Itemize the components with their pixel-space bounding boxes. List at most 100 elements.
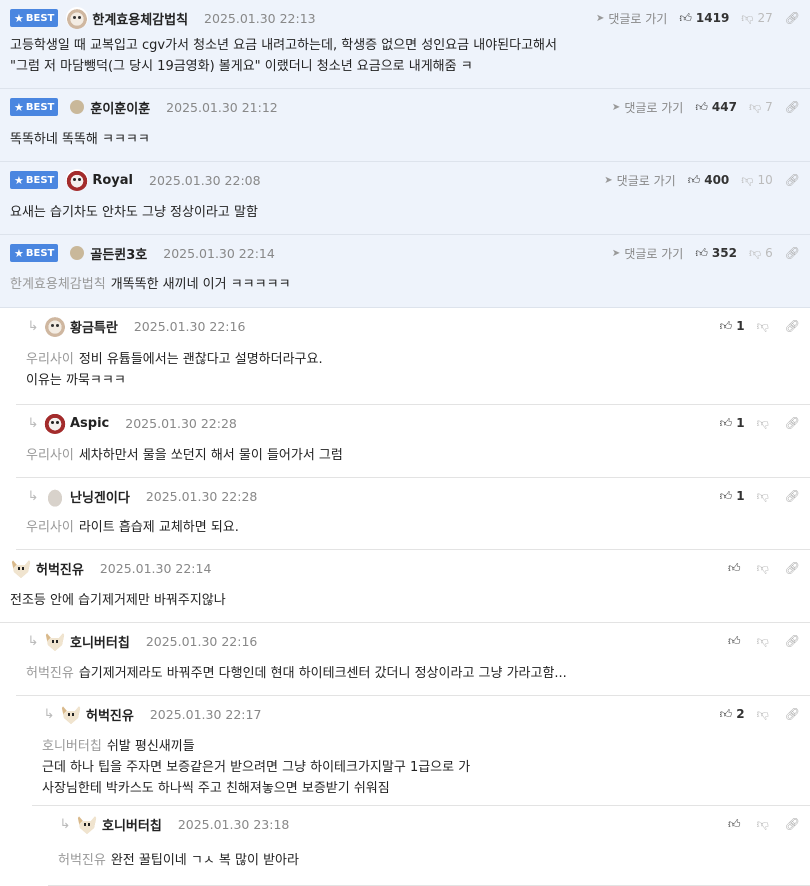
copy-link-button[interactable]: 🔗︎: [785, 634, 800, 648]
thumbs-down-icon: 👎︎: [756, 560, 769, 575]
comment-body: 허벅진유 완전 꿀팁이네 ㄱㅅ 복 많이 받아라: [58, 850, 790, 871]
thumbs-down-icon: 👎︎: [741, 10, 754, 25]
avatar[interactable]: [10, 557, 32, 579]
nickname[interactable]: 호니버터칩: [102, 815, 162, 834]
goto-reply-button[interactable]: ➤ 댓글로 가기: [604, 172, 675, 189]
copy-link-button[interactable]: 🔗︎: [785, 319, 800, 333]
avatar[interactable]: [70, 100, 85, 114]
comment-line: 근데 하나 팁을 주자면 보증같은거 받으려면 그냥 하이테크가지말구 1급으로…: [42, 757, 790, 778]
goto-reply-button[interactable]: ➤ 댓글로 가기: [612, 245, 683, 262]
upvote-button[interactable]: 👍︎ 1419: [679, 11, 729, 26]
nickname[interactable]: 골든퀸3호: [90, 244, 147, 263]
upvote-button[interactable]: 👍︎: [728, 634, 745, 649]
mentioned-user[interactable]: 한계효용체감법칙: [10, 277, 106, 292]
best-badge: ★ BEST: [10, 9, 59, 27]
avatar[interactable]: [44, 315, 66, 337]
avatar[interactable]: [66, 169, 89, 191]
comment-header: ↳ Aspic 2025.01.30 22:28 👍︎ 1 👎︎ 🔗︎: [26, 412, 810, 434]
upvote-button[interactable]: 👍︎ 1: [720, 489, 745, 504]
downvote-button[interactable]: 👎︎: [757, 416, 773, 431]
nickname[interactable]: 난닝겐이다: [70, 487, 130, 506]
comment-line: 허벅진유 습기제거제라도 바꿔주면 다행인데 현대 하이테크센터 갔더니 정상이라…: [26, 663, 790, 684]
thumbs-down-icon: 👎︎: [741, 172, 754, 187]
goto-reply-label: 댓글로 가기: [624, 100, 684, 115]
nickname[interactable]: 한계효용체감법칙: [92, 9, 188, 28]
downvote-button[interactable]: 👎︎ 6: [749, 246, 773, 261]
downvote-button[interactable]: 👎︎: [757, 561, 773, 576]
copy-link-button[interactable]: 🔗︎: [785, 561, 800, 575]
upvote-button[interactable]: 👍︎ 400: [688, 173, 730, 188]
copy-link-button[interactable]: 🔗︎: [785, 707, 800, 721]
nickname[interactable]: Aspic: [70, 416, 109, 431]
upvote-button[interactable]: 👍︎: [728, 561, 745, 576]
reply-arrow-icon: ↳: [59, 816, 71, 832]
downvote-button[interactable]: 👎︎: [757, 634, 773, 649]
copy-link-button[interactable]: 🔗︎: [785, 246, 800, 260]
downvote-button[interactable]: 👎︎: [757, 489, 773, 504]
comment-actions: ➤ 댓글로 가기 👍︎ 1419 👎︎ 27 🔗︎: [584, 8, 800, 28]
upvote-button[interactable]: 👍︎ 447: [695, 100, 737, 115]
copy-link-button[interactable]: 🔗︎: [785, 11, 800, 25]
thumbs-up-icon: 👍︎: [728, 633, 741, 648]
goto-reply-button[interactable]: ➤ 댓글로 가기: [612, 99, 683, 116]
upvote-button[interactable]: 👍︎ 1: [720, 319, 745, 334]
comment-actions: 👍︎ 1 👎︎ 🔗︎: [708, 486, 800, 506]
reply-arrow-icon: ↳: [27, 633, 39, 649]
avatar[interactable]: [66, 7, 89, 29]
link-icon: 🔗︎: [784, 561, 800, 575]
mentioned-user[interactable]: 우리사이: [26, 352, 74, 367]
star-icon: ★: [14, 11, 24, 25]
goto-reply-label: 댓글로 가기: [624, 246, 684, 261]
nickname[interactable]: 호니버터칩: [70, 632, 130, 651]
comment-header: ★ BEST 한계효용체감법칙 2025.01.30 22:13 ➤ 댓글로 가기 👍︎ 14…: [10, 7, 810, 29]
upvote-button[interactable]: 👍︎: [728, 817, 745, 832]
avatar[interactable]: [76, 813, 98, 835]
avatar[interactable]: [44, 485, 66, 507]
comment-body: 허벅진유 습기제거제라도 바꿔주면 다행인데 현대 하이테크센터 갔더니 정상이라…: [26, 663, 790, 684]
mentioned-user[interactable]: 허벅진유: [58, 853, 106, 868]
mentioned-user[interactable]: 우리사이: [26, 520, 74, 535]
avatar[interactable]: [60, 703, 82, 725]
comment-body: 요새는 습기차도 안차도 그냥 정상이라고 말함: [10, 202, 790, 223]
copy-link-button[interactable]: 🔗︎: [785, 817, 800, 831]
mentioned-user[interactable]: 호니버터칩: [42, 739, 102, 754]
nickname[interactable]: 허벅진유: [86, 705, 134, 724]
downvote-button[interactable]: 👎︎ 27: [741, 11, 772, 26]
downvote-button[interactable]: 👎︎: [757, 319, 773, 334]
comment-date: 2025.01.30 22:14: [163, 245, 275, 261]
comment-line: 고등학생일 때 교복입고 cgv가서 청소년 요금 내려고하는데, 학생증 없으…: [10, 35, 790, 56]
upvote-count: 1: [736, 319, 745, 333]
copy-link-button[interactable]: 🔗︎: [785, 173, 800, 187]
best-comment: ★ BEST 훈이훈이훈 2025.01.30 21:12 ➤ 댓글로 가기 👍︎ 447 👎︎…: [0, 89, 810, 162]
mentioned-user[interactable]: 우리사이: [26, 448, 74, 463]
copy-link-button[interactable]: 🔗︎: [785, 100, 800, 114]
goto-reply-button[interactable]: ➤ 댓글로 가기: [596, 10, 667, 27]
avatar[interactable]: [44, 412, 66, 434]
upvote-button[interactable]: 👍︎ 352: [695, 246, 737, 261]
downvote-button[interactable]: 👎︎ 7: [749, 100, 773, 115]
nickname[interactable]: 훈이훈이훈: [90, 98, 150, 117]
avatar[interactable]: [70, 246, 85, 260]
goto-reply-label: 댓글로 가기: [616, 173, 676, 188]
downvote-button[interactable]: 👎︎ 10: [741, 173, 772, 188]
nickname[interactable]: 허벅진유: [36, 559, 84, 578]
avatar[interactable]: [44, 630, 66, 652]
upvote-button[interactable]: 👍︎ 2: [720, 707, 745, 722]
comment-date: 2025.01.30 22:28: [145, 488, 258, 504]
mentioned-user[interactable]: 허벅진유: [26, 666, 74, 681]
copy-link-button[interactable]: 🔗︎: [785, 489, 800, 503]
thumbs-up-icon: 👍︎: [687, 172, 701, 187]
copy-link-button[interactable]: 🔗︎: [785, 416, 800, 430]
best-comment: ★ BEST 골든퀸3호 2025.01.30 22:14 ➤ 댓글로 가기 👍︎ 352 👎︎…: [0, 235, 810, 308]
nickname[interactable]: 황금특란: [70, 317, 118, 336]
upvote-count: 352: [711, 246, 737, 260]
comment-date: 2025.01.30 22:28: [125, 415, 237, 431]
downvote-button[interactable]: 👎︎: [757, 817, 773, 832]
nickname[interactable]: Royal: [92, 173, 133, 188]
downvote-count: 10: [757, 173, 773, 187]
downvote-button[interactable]: 👎︎: [757, 707, 773, 722]
thumbs-up-icon: 👍︎: [719, 488, 733, 503]
upvote-button[interactable]: 👍︎ 1: [720, 416, 745, 431]
comment-actions: 👍︎ 👎︎ 🔗︎: [716, 631, 800, 651]
comment-text: 완전 꿀팁이네 ㄱㅅ 복 많이 받아라: [110, 853, 299, 868]
